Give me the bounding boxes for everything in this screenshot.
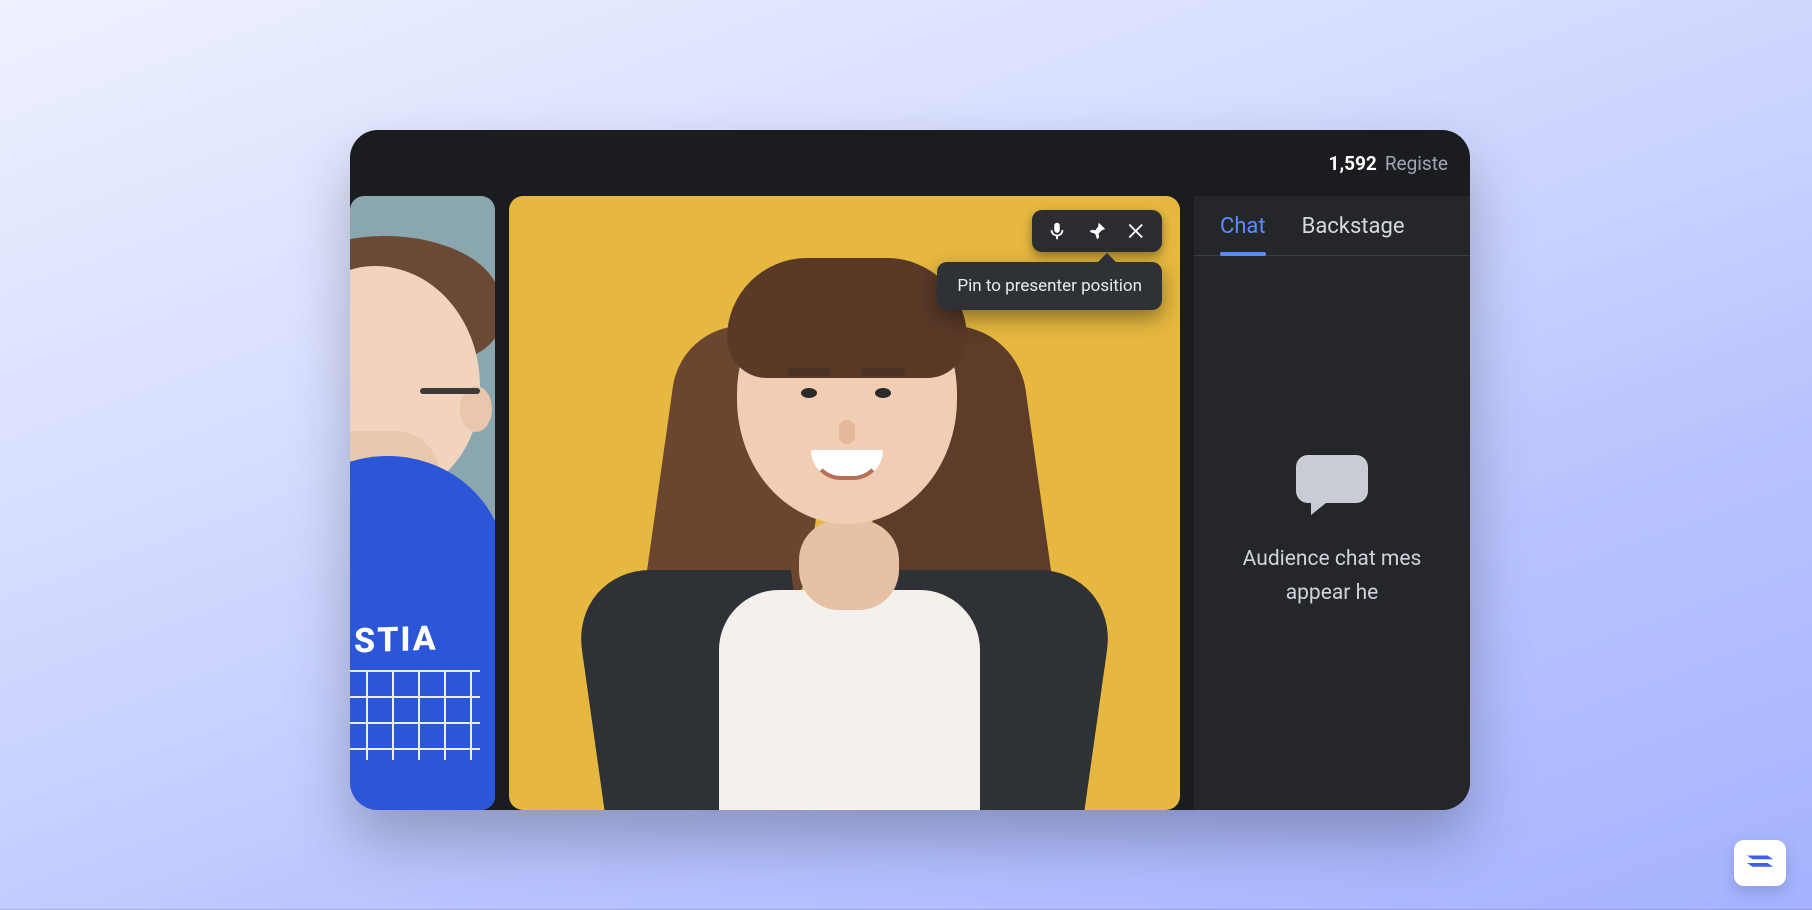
tab-chat[interactable]: Chat <box>1220 214 1266 255</box>
tooltip-text: Pin to presenter position <box>957 276 1142 296</box>
chat-bubble-icon <box>1296 455 1368 515</box>
chat-empty-line1: Audience chat mes <box>1243 543 1422 577</box>
pin-icon[interactable] <box>1084 218 1110 244</box>
side-panel-tabs: Chat Backstage <box>1194 196 1470 256</box>
top-bar: 1,592 Registe <box>350 130 1470 196</box>
close-icon[interactable] <box>1124 218 1150 244</box>
video-grid: STIA <box>350 196 1180 810</box>
pin-tooltip: Pin to presenter position <box>937 262 1162 310</box>
participant-video-placeholder: STIA <box>350 196 495 810</box>
chat-empty-state: Audience chat mes appear he <box>1194 256 1470 810</box>
microphone-icon[interactable] <box>1044 218 1070 244</box>
app-window: 1,592 Registe STIA <box>350 130 1470 810</box>
chat-empty-line2: appear he <box>1286 577 1379 611</box>
shirt-text: STIA <box>354 619 438 662</box>
participant-tile-main[interactable]: Pin to presenter position <box>509 196 1180 810</box>
tab-backstage[interactable]: Backstage <box>1302 214 1405 255</box>
side-panel: Chat Backstage Audience chat mes appear … <box>1194 196 1470 810</box>
brand-badge[interactable] <box>1734 840 1786 886</box>
tile-controls <box>1032 210 1162 252</box>
registered-label: Registe <box>1385 152 1448 175</box>
participant-tile-secondary[interactable]: STIA <box>350 196 495 810</box>
registered-count: 1,592 <box>1329 152 1377 175</box>
